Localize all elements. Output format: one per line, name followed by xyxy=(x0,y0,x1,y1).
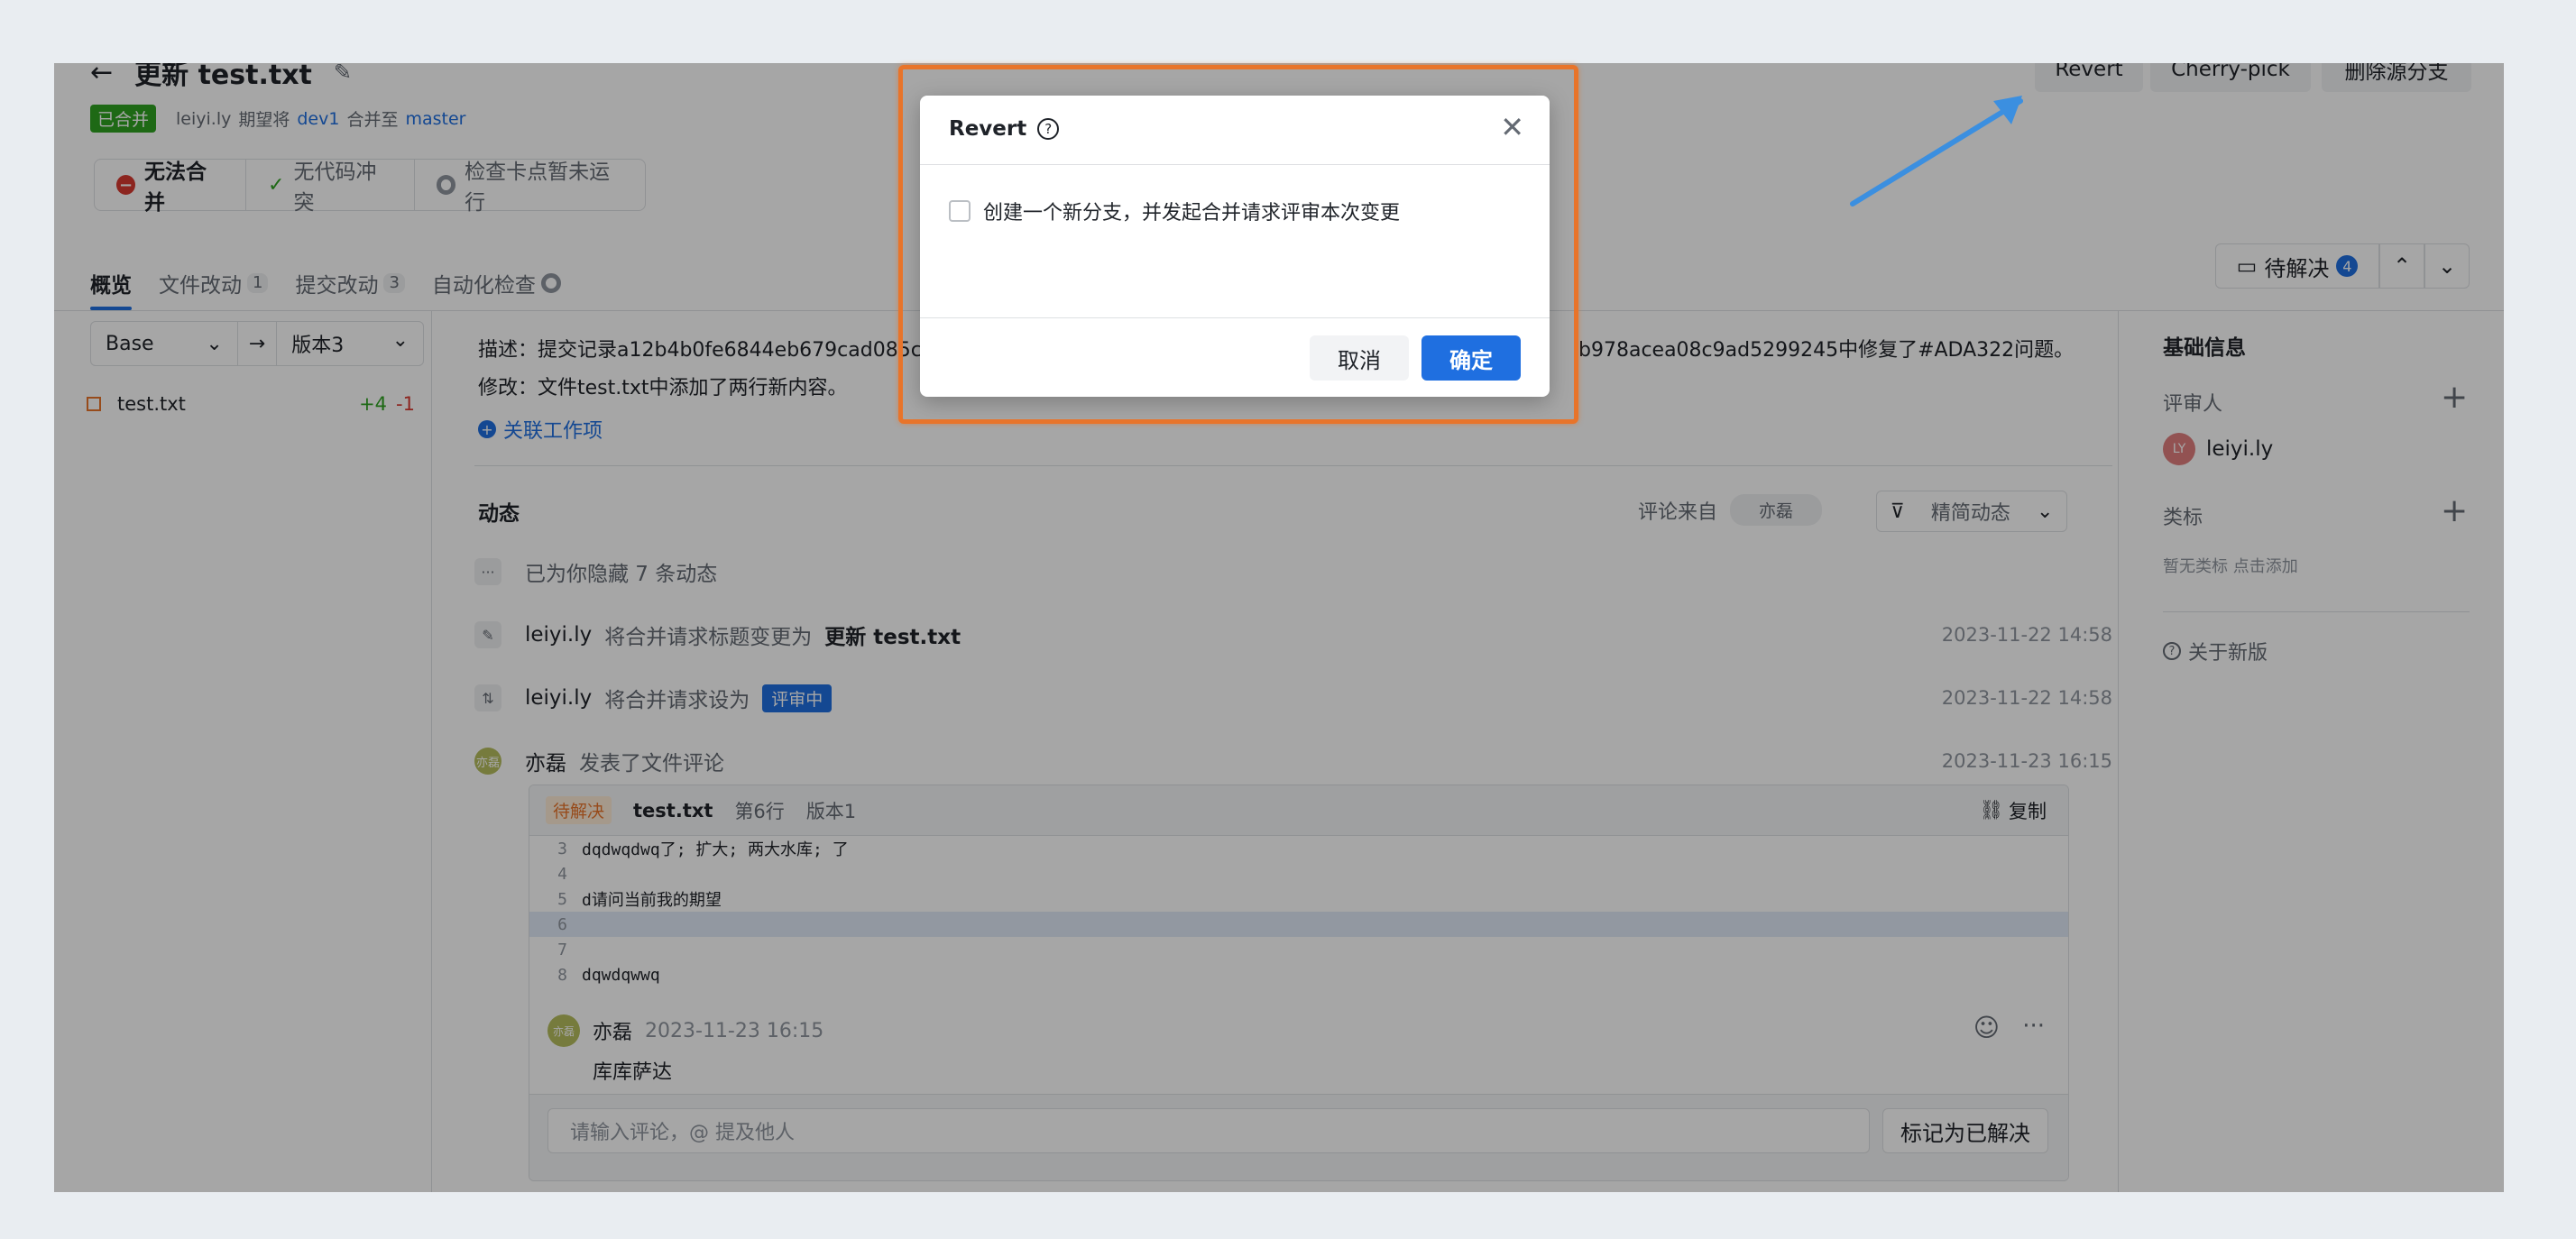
dialog-highlight-annotation xyxy=(898,65,1578,424)
pointer-arrow-annotation xyxy=(1850,96,2023,206)
